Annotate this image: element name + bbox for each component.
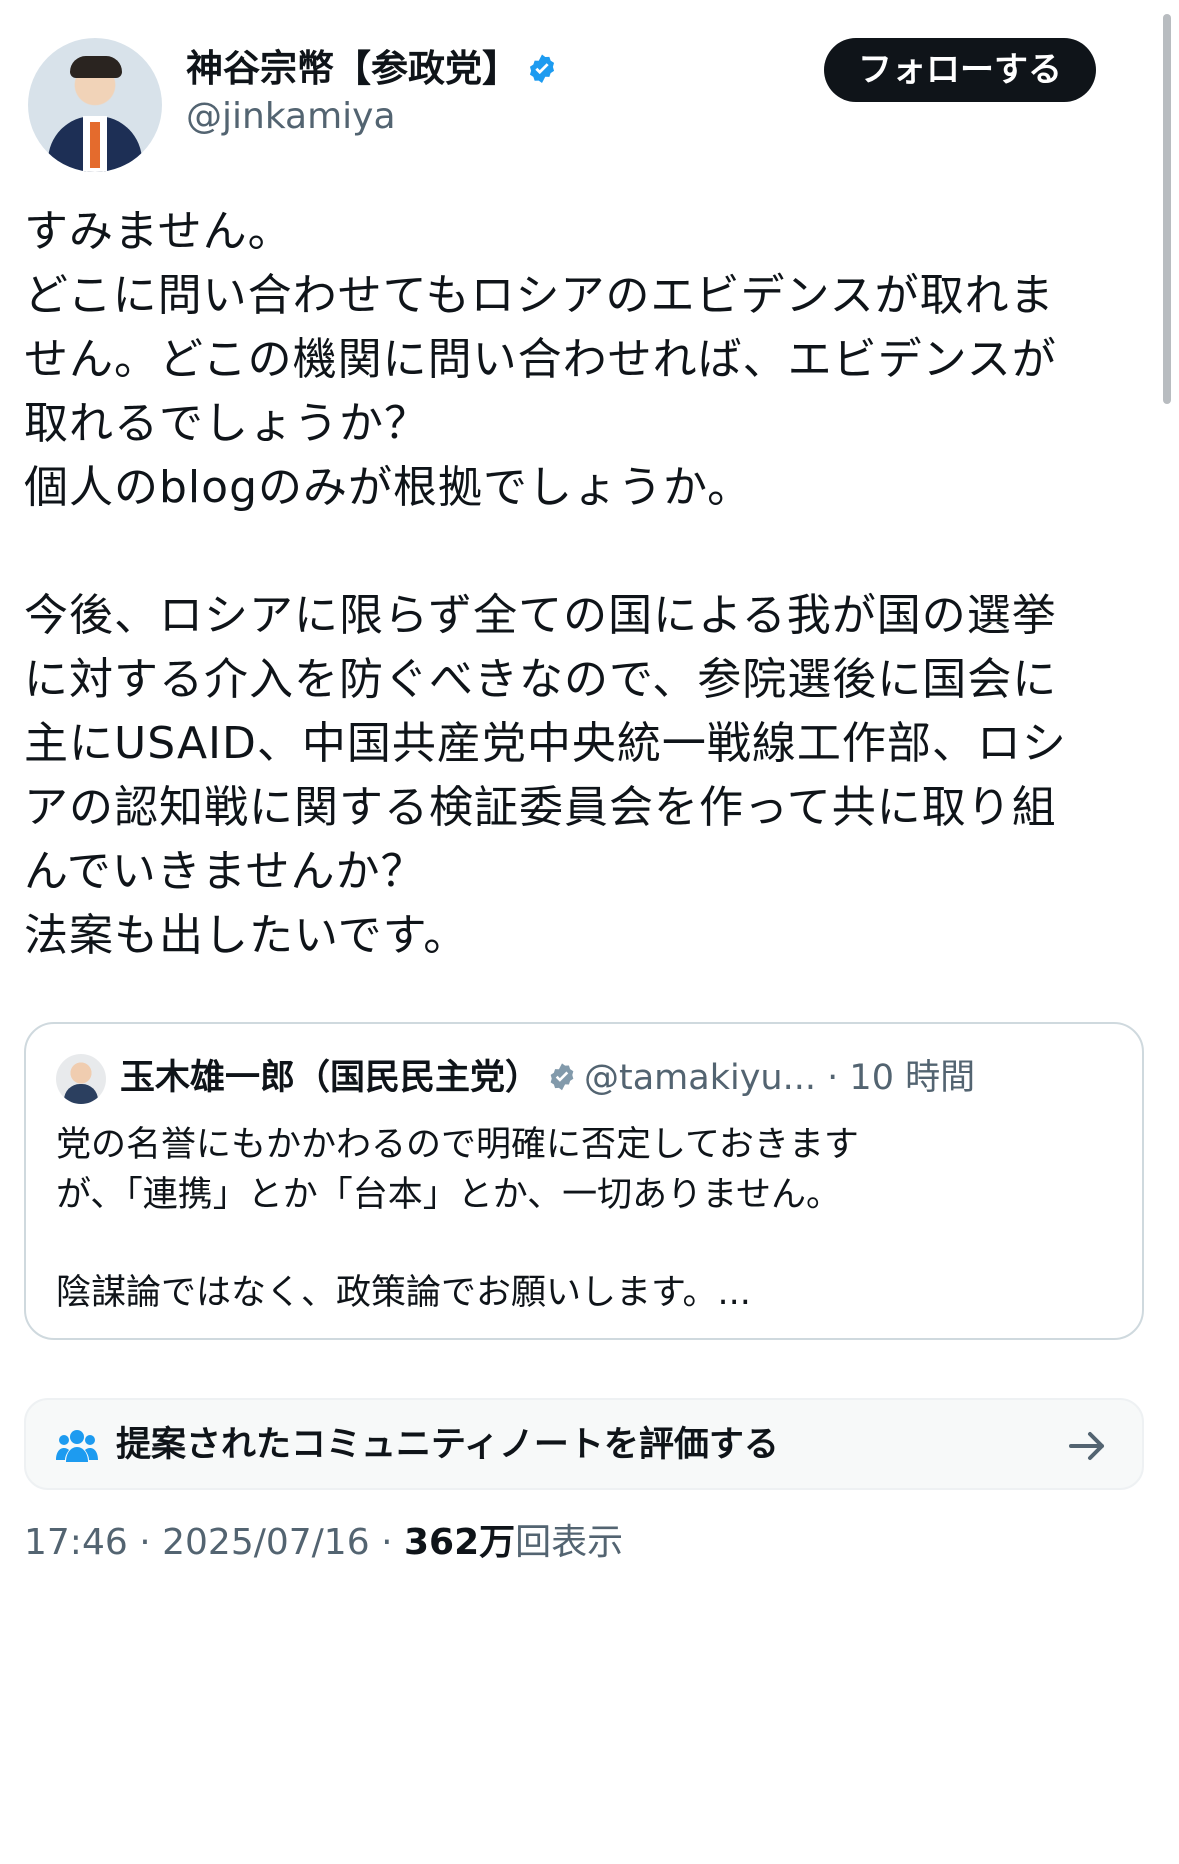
verified-badge-icon (529, 54, 555, 84)
quoted-author-name[interactable]: 玉木雄一郎（国民民主党） (120, 1058, 540, 1098)
tweet-line: アの認知戦に関する検証委員会を作って共に取り組 (24, 782, 1057, 833)
tweet-line: んでいきませんか？ (24, 846, 426, 897)
community-note-label[interactable]: 提案されたコミュニティノートを評価する (116, 1420, 779, 1470)
tweet-line: 法案も出したいです。 (24, 910, 469, 961)
quoted-text-line: 陰謀論ではなく、政策論でお願いします。... (56, 1273, 751, 1313)
meta-separator: · (381, 1522, 393, 1563)
community-notes-icon (56, 1430, 98, 1462)
tweet-line: すみません。 (24, 206, 293, 257)
author-name[interactable]: 神谷宗幣【参政党】 (186, 47, 519, 90)
tweet-metadata: 17:46 · 2025/07/16 · 362万回表示 (24, 1518, 623, 1568)
author-avatar[interactable] (28, 38, 162, 172)
tweet-line: せん。どこの機関に問い合わせれば、エビデンスが (24, 334, 1057, 385)
tweet-line: どこに問い合わせてもロシアのエビデンスが取れま (24, 270, 1055, 321)
meta-separator: · (139, 1522, 151, 1563)
tweet-date[interactable]: 2025/07/16 (162, 1522, 370, 1563)
quoted-tweet-header: 玉木雄一郎（国民民主党） @tamakiyu... · 10 時間 (120, 1052, 975, 1104)
quoted-author-avatar[interactable] (56, 1054, 106, 1104)
views-label: 回表示 (515, 1522, 624, 1563)
verified-badge-icon (550, 1063, 574, 1091)
arrow-right-icon[interactable] (1066, 1424, 1110, 1468)
quoted-text-line: 党の名誉にもかかわるので明確に否定しておきます (56, 1125, 859, 1165)
quoted-blank-line (56, 1220, 1116, 1268)
scrollbar[interactable] (1163, 14, 1171, 404)
author-handle[interactable]: @jinkamiya (186, 94, 396, 140)
quoted-time-separator: · (827, 1058, 839, 1098)
quoted-author-handle[interactable]: @tamakiyu... (584, 1058, 816, 1098)
tweet-line: 今後、ロシアに限らず全ての国による我が国の選挙 (24, 590, 1057, 641)
tweet-text: すみません。 どこに問い合わせてもロシアのエビデンスが取れま せん。どこの機関に… (24, 200, 1154, 968)
tweet-line: 取れるでしょうか？ (24, 398, 429, 449)
tweet-line: 主にUSAID、中国共産党中央統一戦線工作部、ロシ (24, 718, 1067, 769)
author-name-row[interactable]: 神谷宗幣【参政党】 (186, 46, 559, 92)
tweet-line: 個人のblogのみが根拠でしょうか。 (24, 462, 753, 513)
views-count: 362万 (403, 1522, 516, 1563)
quoted-tweet-card[interactable]: 玉木雄一郎（国民民主党） @tamakiyu... · 10 時間 党の名誉にも… (24, 1022, 1144, 1340)
community-note-rating-button[interactable]: 提案されたコミュニティノートを評価する (24, 1398, 1144, 1490)
tweet-line: に対する介入を防ぐべきなので、参院選後に国会に (24, 654, 1058, 705)
quoted-tweet-time[interactable]: 10 時間 (849, 1058, 975, 1098)
tweet-time[interactable]: 17:46 (24, 1522, 128, 1563)
quoted-tweet-text: 党の名誉にもかかわるので明確に否定しておきます が、「連携」とか「台本」とか、一… (56, 1120, 1116, 1318)
quoted-text-line: が、「連携」とか「台本」とか、一切ありません。 (56, 1175, 842, 1215)
follow-button[interactable]: フォローする (824, 38, 1096, 102)
tweet-header: 神谷宗幣【参政党】 @jinkamiya フォローする (28, 38, 1128, 178)
